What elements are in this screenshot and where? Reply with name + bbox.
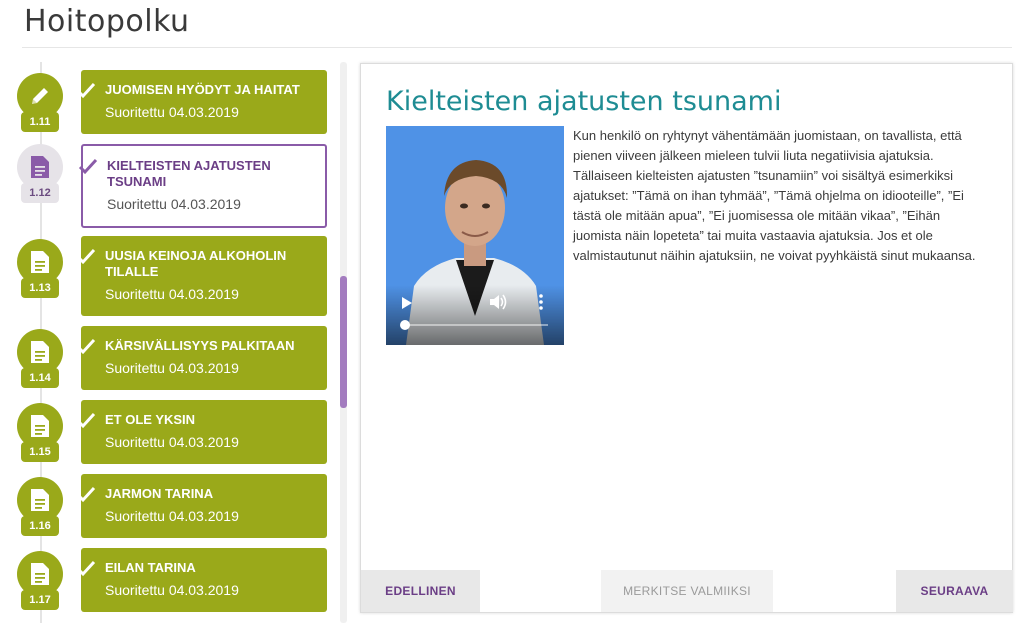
step-status: Suoritettu 04.03.2019 <box>105 434 239 450</box>
timeline-panel: 1.11 JUOMISEN HYÖDYT JA HAITAT Suoritettu … <box>12 62 348 623</box>
step-card[interactable]: JUOMISEN HYÖDYT JA HAITAT Suoritettu 04.0… <box>76 70 327 134</box>
checkmark-icon <box>76 412 96 429</box>
video-progress-knob[interactable] <box>400 320 410 330</box>
step-number: 1.13 <box>21 278 59 298</box>
step-card[interactable]: JARMON TARINA Suoritettu 04.03.2019 <box>76 474 327 538</box>
timeline-step[interactable]: 1.11 JUOMISEN HYÖDYT JA HAITAT Suoritettu … <box>12 70 332 134</box>
checkmark-icon <box>76 82 96 99</box>
checkmark-icon <box>76 560 96 577</box>
step-card[interactable]: UUSIA KEINOJA ALKOHOLIN TILALLE Suoritett… <box>76 236 327 316</box>
timeline-step[interactable]: 1.15 ET OLE YKSIN Suoritettu 04.03.2019 <box>12 400 332 464</box>
checkmark-icon <box>78 158 98 175</box>
step-card[interactable]: KÄRSIVÄLLISYYS PALKITAAN Suoritettu 04.03… <box>76 326 327 390</box>
timeline-step[interactable]: 1.13 UUSIA KEINOJA ALKOHOLIN TILALLE Suori… <box>12 236 332 316</box>
content-panel: Kielteisten ajatusten tsunami Kun henkil… <box>360 63 1013 613</box>
step-number: 1.15 <box>21 442 59 462</box>
step-status: Suoritettu 04.03.2019 <box>105 360 239 376</box>
video-player[interactable] <box>386 126 564 345</box>
step-card[interactable]: KIELTEISTEN AJATUSTEN TSUNAMI Suoritettu … <box>78 144 327 228</box>
video-progress-track[interactable] <box>404 324 548 326</box>
scrollbar-thumb[interactable] <box>340 276 347 408</box>
step-number: 1.16 <box>21 516 59 536</box>
more-options-icon[interactable] <box>538 294 544 310</box>
play-icon[interactable] <box>401 297 413 309</box>
step-status: Suoritettu 04.03.2019 <box>105 286 239 302</box>
volume-icon[interactable] <box>490 294 508 310</box>
step-title: UUSIA KEINOJA ALKOHOLIN TILALLE <box>105 248 287 279</box>
step-number: 1.14 <box>21 368 59 388</box>
step-title: EILAN TARINA <box>105 560 196 575</box>
step-status: Suoritettu 04.03.2019 <box>107 196 241 212</box>
step-status: Suoritettu 04.03.2019 <box>105 508 239 524</box>
step-title: JARMON TARINA <box>105 486 214 501</box>
checkmark-icon <box>76 486 96 503</box>
step-card[interactable]: EILAN TARINA Suoritettu 04.03.2019 <box>76 548 327 612</box>
previous-button[interactable]: EDELLINEN <box>361 570 480 612</box>
step-title: KIELTEISTEN AJATUSTEN TSUNAMI <box>107 158 271 189</box>
content-title: Kielteisten ajatusten tsunami <box>386 86 782 117</box>
step-title: ET OLE YKSIN <box>105 412 196 427</box>
mark-complete-button[interactable]: MERKITSE VALMIIKSI <box>601 570 773 612</box>
title-divider <box>22 47 1012 48</box>
checkmark-icon <box>76 248 96 265</box>
step-title: KÄRSIVÄLLISYYS PALKITAAN <box>105 338 295 353</box>
checkmark-icon <box>76 338 96 355</box>
step-number: 1.17 <box>21 590 59 610</box>
step-status: Suoritettu 04.03.2019 <box>105 582 239 598</box>
timeline-step[interactable]: 1.16 JARMON TARINA Suoritettu 04.03.2019 <box>12 474 332 538</box>
timeline-step[interactable]: 1.14 KÄRSIVÄLLISYYS PALKITAAN Suoritettu 0… <box>12 326 332 390</box>
timeline-step[interactable]: 1.12 KIELTEISTEN AJATUSTEN TSUNAMI Suorite… <box>12 144 332 228</box>
step-number: 1.12 <box>21 183 59 203</box>
step-card[interactable]: ET OLE YKSIN Suoritettu 04.03.2019 <box>76 400 327 464</box>
timeline-step[interactable]: 1.17 EILAN TARINA Suoritettu 04.03.2019 <box>12 548 332 612</box>
page-title: Hoitopolku <box>24 4 190 39</box>
content-body: Kun henkilö on ryhtynyt vähentämään juom… <box>573 128 976 263</box>
step-title: JUOMISEN HYÖDYT JA HAITAT <box>105 82 300 97</box>
next-button[interactable]: SEURAAVA <box>896 570 1013 612</box>
step-number: 1.11 <box>21 112 59 132</box>
step-status: Suoritettu 04.03.2019 <box>105 104 239 120</box>
